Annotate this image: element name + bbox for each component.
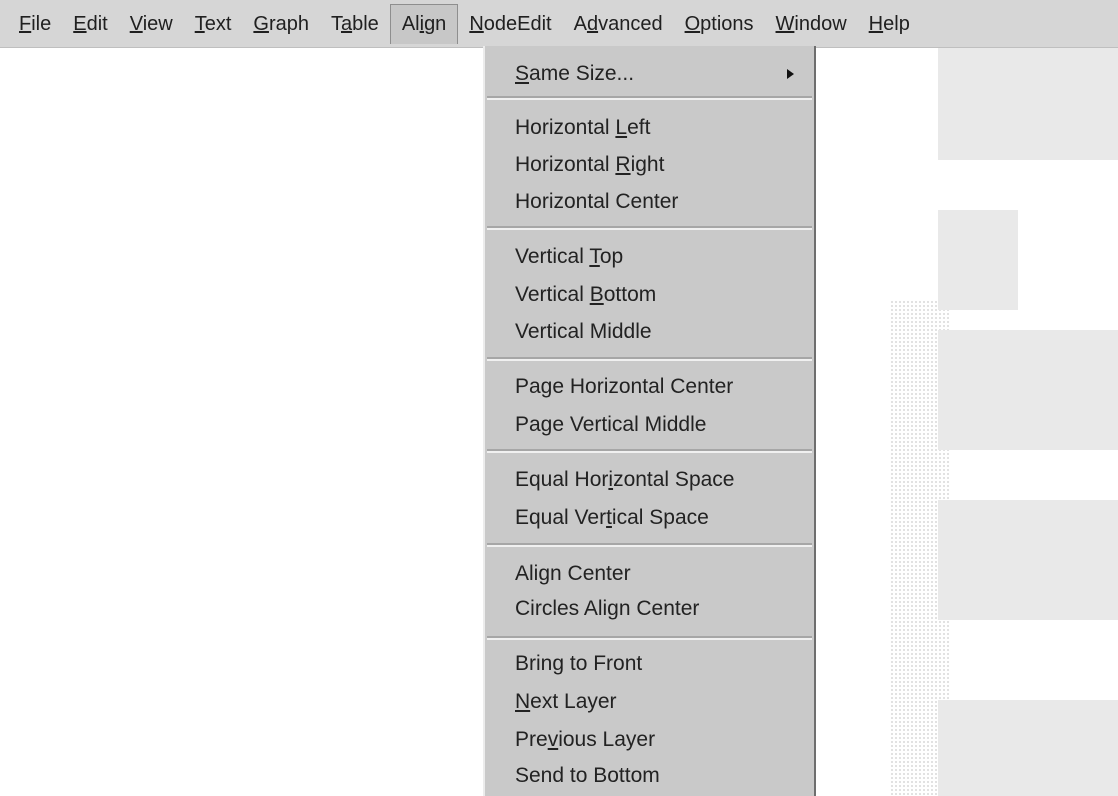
menu-separator (487, 96, 812, 100)
menu-bar: File Edit View Text Graph Table Align No… (0, 0, 1118, 48)
menu-item-horizontal-center[interactable]: Horizontal Center (515, 184, 794, 220)
app-window: File Edit View Text Graph Table Align No… (0, 0, 1118, 796)
menu-separator (487, 357, 812, 361)
menu-item-horizontal-left[interactable]: Horizontal Left (515, 110, 794, 146)
menu-window[interactable]: Window (765, 4, 858, 44)
menu-item-equal-horizontal-space[interactable]: Equal Horizontal Space (515, 462, 794, 498)
menu-item-page-vertical-middle[interactable]: Page Vertical Middle (515, 407, 794, 443)
menu-view[interactable]: View (119, 4, 184, 44)
watermark-graphic (890, 0, 1118, 796)
menu-table[interactable]: Table (320, 4, 390, 44)
menu-item-bring-to-front[interactable]: Bring to Front (515, 646, 794, 682)
menu-file[interactable]: File (8, 4, 62, 44)
menu-item-circles-align-center[interactable]: Circles Align Center (515, 591, 794, 627)
menu-item-next-layer[interactable]: Next Layer (515, 684, 794, 720)
menu-advanced[interactable]: Advanced (563, 4, 674, 44)
menu-options[interactable]: Options (674, 4, 765, 44)
menu-text[interactable]: Text (184, 4, 243, 44)
menu-item-vertical-bottom[interactable]: Vertical Bottom (515, 277, 794, 313)
menu-graph[interactable]: Graph (242, 4, 320, 44)
menu-nodeedit[interactable]: NodeEdit (458, 4, 562, 44)
menu-item-align-center[interactable]: Align Center (515, 556, 794, 592)
menu-separator (487, 543, 812, 547)
menu-item-equal-vertical-space[interactable]: Equal Vertical Space (515, 500, 794, 536)
menu-item-horizontal-right[interactable]: Horizontal Right (515, 147, 794, 183)
menu-item-same-size[interactable]: Same Size... (515, 56, 794, 92)
menu-item-vertical-top[interactable]: Vertical Top (515, 239, 794, 275)
menu-separator (487, 226, 812, 230)
menu-edit[interactable]: Edit (62, 4, 118, 44)
menu-help[interactable]: Help (858, 4, 921, 44)
menu-item-send-to-bottom[interactable]: Send to Bottom (515, 758, 794, 794)
menu-item-page-horizontal-center[interactable]: Page Horizontal Center (515, 369, 794, 405)
menu-item-previous-layer[interactable]: Previous Layer (515, 722, 794, 758)
align-dropdown-menu: Same Size... Horizontal Left Horizontal … (483, 46, 816, 796)
menu-separator (487, 449, 812, 453)
triangle-right-icon (787, 69, 794, 79)
menu-item-vertical-middle[interactable]: Vertical Middle (515, 314, 794, 350)
menu-separator (487, 636, 812, 640)
menu-align[interactable]: Align (389, 3, 459, 44)
